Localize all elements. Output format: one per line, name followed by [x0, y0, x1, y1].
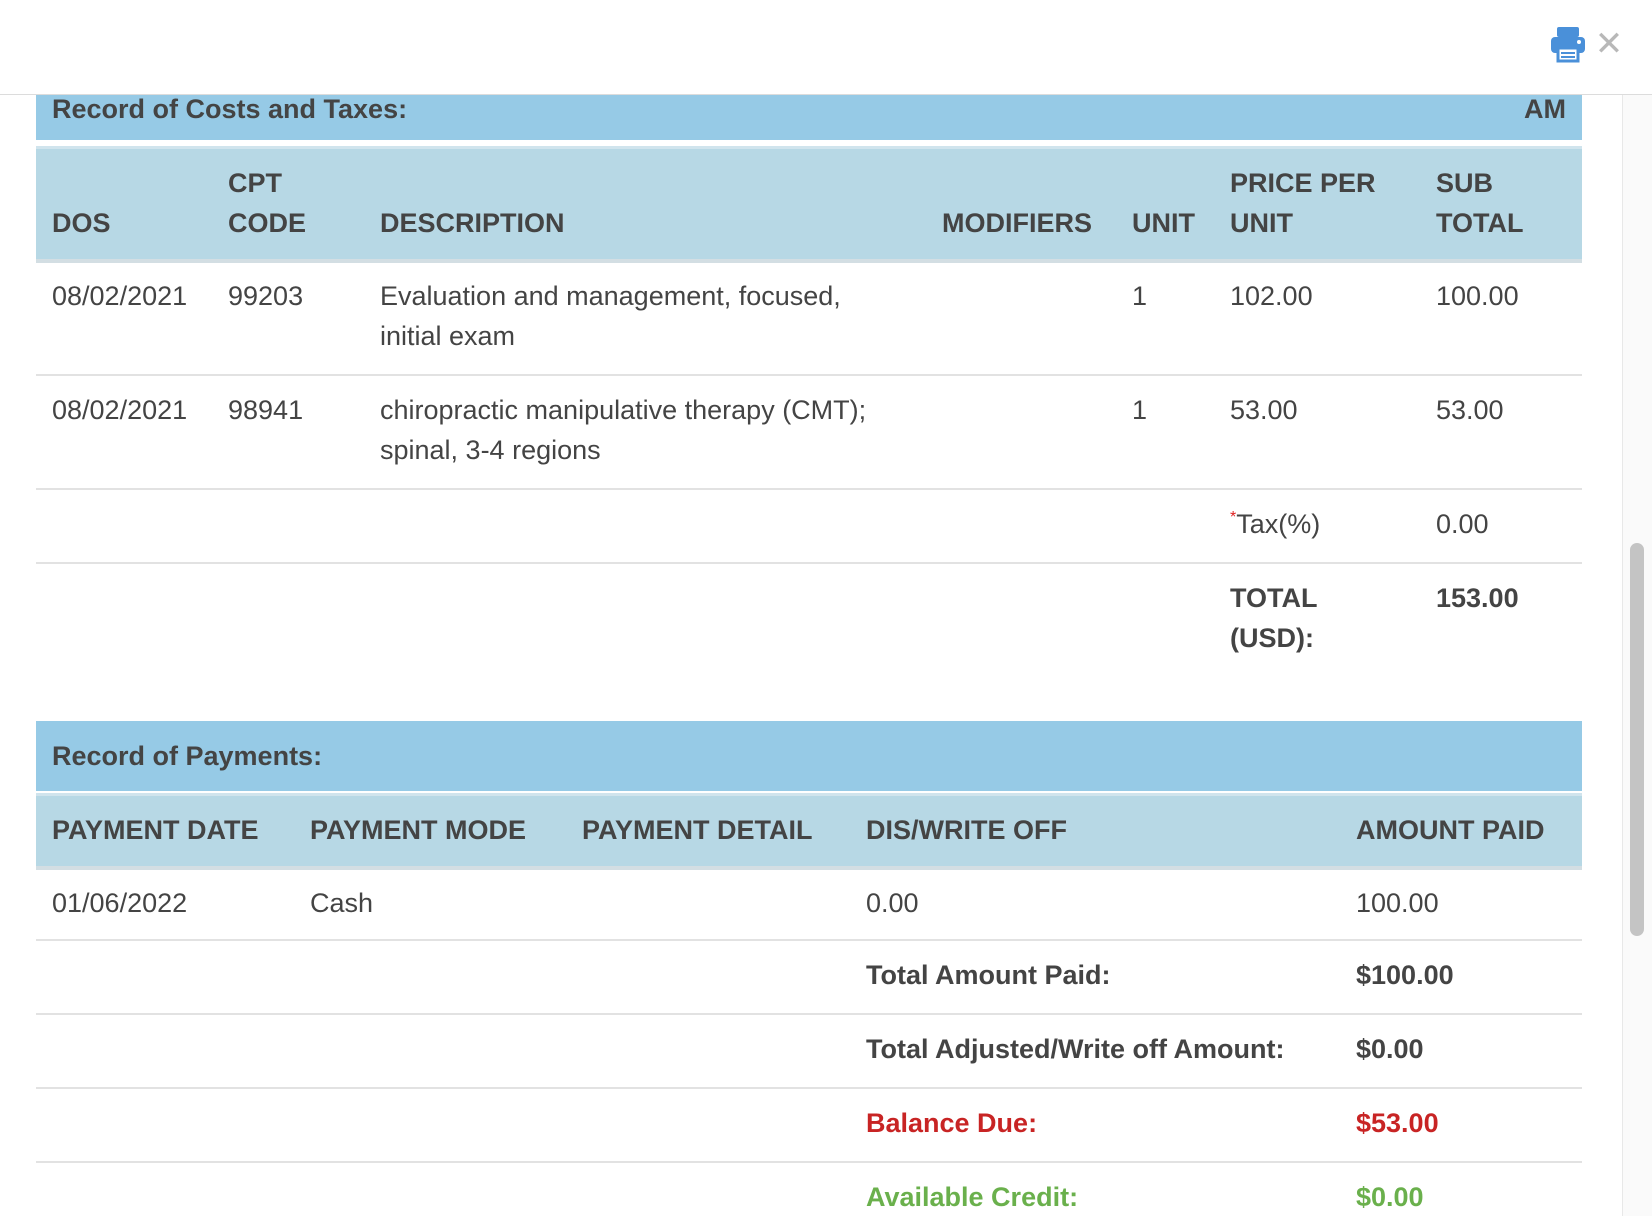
adjusted-value: $0.00	[1356, 1034, 1424, 1064]
table-row: 01/06/2022 Cash 0.00 100.00	[36, 869, 1582, 941]
cell-description: Evaluation and management, focused, init…	[380, 276, 841, 356]
tax-label: *Tax(%)	[1230, 504, 1320, 544]
total-label-line1: TOTAL	[1230, 583, 1318, 613]
available-credit-value: $0.00	[1356, 1182, 1424, 1212]
cell-subtotal: 100.00	[1436, 281, 1519, 311]
header-amount-paid: AMOUNT PAID	[1356, 815, 1545, 845]
cell-cpt: 99203	[228, 281, 304, 311]
tax-value: 0.00	[1436, 509, 1489, 539]
costs-section-title-right: AM	[1524, 94, 1566, 124]
adjusted-row: Total Adjusted/Write off Amount: $0.00	[36, 1015, 1582, 1089]
header-unit: UNIT	[1132, 208, 1195, 238]
header-cpt-line1: CPT	[228, 168, 282, 198]
balance-due-label: Balance Due:	[866, 1108, 1038, 1138]
total-label: TOTAL (USD):	[1230, 578, 1318, 658]
balance-due-value: $53.00	[1356, 1108, 1439, 1138]
header-description: DESCRIPTION	[380, 208, 565, 238]
cell-unit: 1	[1132, 395, 1148, 425]
costs-section-title: Record of Costs and Taxes:	[52, 94, 408, 124]
tax-label-text: Tax(%)	[1236, 509, 1321, 539]
description-line2: initial exam	[380, 321, 516, 351]
total-paid-row: Total Amount Paid: $100.00	[36, 941, 1582, 1015]
cell-write-off: 0.00	[866, 888, 919, 918]
modal-content[interactable]: Record of Costs and Taxes: AM DOS CPT CO…	[0, 94, 1652, 1216]
cell-price: 102.00	[1230, 281, 1313, 311]
header-write-off: DIS/WRITE OFF	[866, 815, 1067, 845]
cell-description: chiropractic manipulative therapy (CMT);…	[380, 390, 866, 470]
table-row: 08/02/2021 98941 chiropractic manipulati…	[36, 376, 1582, 490]
total-paid-value: $100.00	[1356, 960, 1454, 990]
header-dos: DOS	[52, 208, 111, 238]
printer-icon[interactable]	[1548, 24, 1588, 64]
header-price-per-unit: PRICE PER UNIT	[1230, 163, 1376, 243]
header-cpt-code: CPT CODE	[228, 163, 306, 243]
close-icon[interactable]: ✕	[1594, 24, 1624, 64]
cell-dos: 08/02/2021	[52, 281, 188, 311]
cell-cpt: 98941	[228, 395, 304, 425]
costs-section-header: Record of Costs and Taxes: AM	[36, 94, 1582, 140]
header-payment-mode: PAYMENT MODE	[310, 815, 527, 845]
description-line1: Evaluation and management, focused,	[380, 281, 841, 311]
payments-section-title: Record of Payments:	[52, 741, 323, 771]
header-payment-date: PAYMENT DATE	[52, 815, 259, 845]
total-value: 153.00	[1436, 583, 1519, 613]
payments-table-header: PAYMENT DATE PAYMENT MODE PAYMENT DETAIL…	[36, 793, 1582, 870]
cell-amount-paid: 100.00	[1356, 888, 1439, 918]
cell-payment-mode: Cash	[310, 888, 374, 918]
header-sub-total: SUB TOTAL	[1436, 163, 1524, 243]
required-mark: *	[1230, 509, 1237, 526]
table-row: 08/02/2021 99203 Evaluation and manageme…	[36, 262, 1582, 376]
cell-payment-date: 01/06/2022	[52, 888, 188, 918]
payments-section-header: Record of Payments:	[36, 721, 1582, 791]
header-sub-line1: SUB	[1436, 168, 1494, 198]
header-payment-detail: PAYMENT DETAIL	[582, 815, 813, 845]
adjusted-label: Total Adjusted/Write off Amount:	[866, 1034, 1285, 1064]
total-paid-label: Total Amount Paid:	[866, 960, 1111, 990]
modal-toolbar: ✕	[0, 0, 1652, 95]
description-line2: spinal, 3-4 regions	[380, 435, 601, 465]
header-price-line1: PRICE PER	[1230, 168, 1376, 198]
available-credit-label: Available Credit:	[866, 1182, 1079, 1212]
total-label-line2: (USD):	[1230, 623, 1314, 653]
header-modifiers: MODIFIERS	[942, 208, 1093, 238]
balance-due-row: Balance Due: $53.00	[36, 1089, 1582, 1163]
total-row: TOTAL (USD): 153.00	[36, 564, 1582, 674]
available-credit-row: Available Credit: $0.00	[36, 1163, 1582, 1216]
tax-row: *Tax(%) 0.00	[36, 490, 1582, 564]
header-cpt-line2: CODE	[228, 208, 307, 238]
header-sub-line2: TOTAL	[1436, 208, 1524, 238]
cell-unit: 1	[1132, 281, 1148, 311]
costs-table-header: DOS CPT CODE DESCRIPTION MODIFIERS UNIT …	[36, 146, 1582, 263]
cell-subtotal: 53.00	[1436, 395, 1504, 425]
header-price-line2: UNIT	[1230, 208, 1293, 238]
description-line1: chiropractic manipulative therapy (CMT);	[380, 395, 867, 425]
cell-price: 53.00	[1230, 395, 1298, 425]
scrollbar-thumb[interactable]	[1630, 543, 1644, 936]
cell-dos: 08/02/2021	[52, 395, 188, 425]
